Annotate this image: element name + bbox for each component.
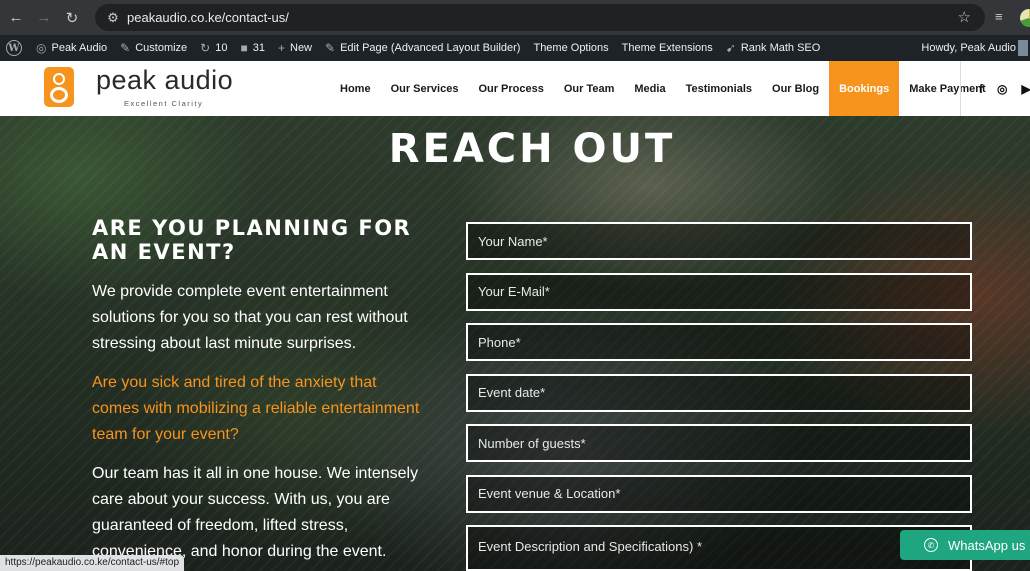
adminbar-edit-label: Edit Page (Advanced Layout Builder) — [340, 42, 521, 54]
updates-count: 10 — [215, 42, 228, 54]
whatsapp-icon: ✆ — [924, 538, 938, 552]
nav-media[interactable]: Media — [624, 61, 675, 116]
section-heading: ARE YOU PLANNING FOR AN EVENT? — [92, 216, 412, 264]
star-icon[interactable]: ☆ — [958, 8, 971, 26]
adminbar-updates[interactable]: ↻ 10 — [200, 41, 227, 55]
adminbar-theme-options-label: Theme Options — [533, 42, 609, 54]
adminbar-customize-label: Customize — [135, 42, 188, 54]
adminbar-site-label: Peak Audio — [51, 42, 108, 54]
main-nav: Home Our Services Our Process Our Team M… — [330, 61, 996, 116]
highlight-paragraph: Are you sick and tired of the anxiety th… — [92, 374, 420, 443]
nav-bookings[interactable]: Bookings — [829, 61, 900, 116]
url-text[interactable]: peakaudio.co.ke/contact-us/ — [127, 10, 289, 25]
adminbar-new-label: New — [290, 42, 313, 54]
venue-field[interactable]: Event venue & Location* — [466, 474, 972, 513]
adminbar-new[interactable]: + New — [278, 41, 312, 55]
comments-count: 31 — [252, 42, 265, 54]
reload-icon[interactable]: ↻ — [60, 6, 84, 30]
email-field[interactable]: Your E-Mail* — [466, 272, 972, 311]
page-title: REACH OUT — [388, 126, 676, 172]
adminbar-comments[interactable]: ■ 31 — [240, 41, 265, 55]
brush-icon: ✎ — [120, 41, 131, 55]
hero-section: REACH OUT ARE YOU PLANNING FOR AN EVENT?… — [0, 116, 1030, 571]
adminbar-theme-options[interactable]: Theme Options — [533, 42, 608, 54]
wordpress-icon[interactable]: W — [6, 40, 22, 56]
refresh-icon: ↻ — [200, 41, 211, 55]
adminbar-theme-extensions-label: Theme Extensions — [621, 42, 713, 54]
nav-home[interactable]: Home — [330, 61, 381, 116]
adminbar-edit-page[interactable]: ✎ Edit Page (Advanced Layout Builder) — [325, 41, 520, 55]
plus-icon: + — [277, 41, 285, 55]
adminbar-rank-math-label: Rank Math SEO — [740, 42, 821, 54]
description-textarea[interactable]: Event Description and Specifications) * — [466, 525, 972, 571]
facebook-icon[interactable]: f — [979, 82, 983, 96]
tune-icon[interactable]: ⚙ — [101, 10, 125, 26]
user-avatar[interactable] — [1018, 40, 1028, 56]
team-paragraph: Our team has it all in one house. We int… — [92, 465, 419, 560]
social-links: f ◎ ▶ — [960, 61, 1030, 116]
adminbar-howdy[interactable]: Howdy, Peak Audio — [921, 42, 1016, 54]
logo-tagline: Excellent Clarity — [124, 99, 204, 108]
reading-list-icon[interactable]: ≡ — [995, 9, 1003, 24]
comment-icon: ■ — [240, 41, 248, 55]
instagram-icon[interactable]: ◎ — [997, 82, 1007, 96]
name-field[interactable]: Your Name* — [466, 222, 972, 260]
site-header: peak audio Excellent Clarity Home Our Se… — [0, 61, 1030, 116]
nav-our-team[interactable]: Our Team — [554, 61, 625, 116]
nav-our-process[interactable]: Our Process — [468, 61, 553, 116]
youtube-icon[interactable]: ▶ — [1021, 82, 1030, 96]
back-arrow-icon[interactable]: ← — [4, 6, 28, 30]
adminbar-customize[interactable]: ✎ Customize — [120, 41, 187, 55]
browser-toolbar: ← → ↻ ⚙ peakaudio.co.ke/contact-us/ ☆ ≡ — [0, 0, 1030, 35]
pencil-icon: ✎ — [325, 41, 336, 55]
profile-avatar[interactable] — [1020, 9, 1030, 27]
dashboard-icon: ◎ — [36, 41, 47, 55]
guests-field[interactable]: Number of guests* — [466, 424, 972, 462]
speaker-logo-icon[interactable] — [44, 67, 77, 110]
whatsapp-button[interactable]: ✆ WhatsApp us — [900, 530, 1030, 560]
intro-paragraph: We provide complete event entertainment … — [92, 283, 408, 352]
adminbar-rank-math[interactable]: ➹ Rank Math SEO — [726, 41, 821, 55]
booking-form: Your Name* Your E-Mail* Phone* Event dat… — [466, 222, 972, 571]
whatsapp-label: WhatsApp us — [948, 537, 1026, 553]
nav-our-blog[interactable]: Our Blog — [762, 61, 829, 116]
phone-field[interactable]: Phone* — [466, 323, 972, 361]
nav-testimonials[interactable]: Testimonials — [676, 61, 762, 116]
event-date-field[interactable]: Event date* — [466, 373, 972, 412]
rank-math-icon: ➹ — [725, 41, 736, 55]
adminbar-site[interactable]: ◎ Peak Audio — [36, 41, 107, 55]
forward-arrow-icon[interactable]: → — [32, 6, 56, 30]
adminbar-theme-extensions[interactable]: Theme Extensions — [622, 42, 713, 54]
intro-column: ARE YOU PLANNING FOR AN EVENT? We provid… — [92, 216, 422, 565]
address-bar[interactable]: ⚙ peakaudio.co.ke/contact-us/ ☆ — [95, 4, 985, 31]
nav-our-services[interactable]: Our Services — [381, 61, 469, 116]
status-bar-url: https://peakaudio.co.ke/contact-us/#top — [0, 555, 184, 571]
wp-admin-bar: W ◎ Peak Audio ✎ Customize ↻ 10 ■ 31 + New ✎ E… — [0, 35, 1030, 61]
logo-name[interactable]: peak audio — [96, 65, 233, 96]
